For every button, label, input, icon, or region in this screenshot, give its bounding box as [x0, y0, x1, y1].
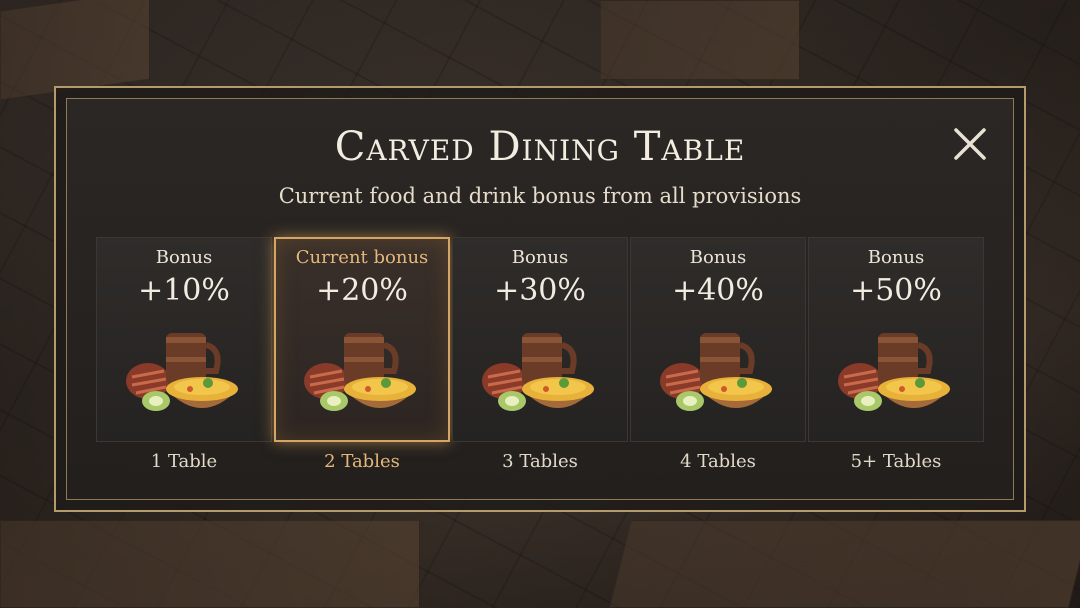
- tier-label: Bonus: [689, 247, 747, 268]
- close-button[interactable]: [950, 124, 990, 164]
- bonus-tier-4[interactable]: Bonus +40% 4 Tables: [630, 237, 806, 472]
- dialog-subtitle: Current food and drink bonus from all pr…: [278, 184, 802, 208]
- tier-value: +10%: [138, 273, 230, 308]
- tier-label: Current bonus: [295, 247, 429, 268]
- dialog-title: Carved Dining Table: [334, 124, 746, 170]
- tier-table-count: 1 Table: [150, 451, 218, 472]
- tier-table-count: 4 Tables: [680, 451, 756, 472]
- tier-table-count: 3 Tables: [502, 451, 578, 472]
- bonus-tiers: Bonus +10% 1 Table Current bonus +20% 2 …: [96, 237, 984, 477]
- provisions-icon: [482, 333, 594, 411]
- tier-value: +40%: [672, 273, 764, 308]
- provisions-icon: [304, 333, 416, 411]
- tier-label: Bonus: [867, 247, 925, 268]
- provisions-icon: [660, 333, 772, 411]
- tier-value: +20%: [316, 273, 408, 308]
- provisions-icon: [126, 333, 238, 411]
- tier-value: +50%: [850, 273, 942, 308]
- bonus-tier-5[interactable]: Bonus +50% 5+ Tables: [808, 237, 984, 472]
- tier-table-count: 2 Tables: [324, 451, 400, 472]
- tier-label: Bonus: [155, 247, 213, 268]
- floor-plank: [609, 520, 1080, 608]
- floor-plank: [0, 520, 420, 608]
- floor-plank: [600, 0, 800, 80]
- bonus-tier-2[interactable]: Current bonus +20% 2 Tables: [274, 237, 450, 472]
- tier-label: Bonus: [511, 247, 569, 268]
- tier-table-count: 5+ Tables: [850, 451, 942, 472]
- close-icon: [954, 128, 986, 160]
- tier-value: +30%: [494, 273, 586, 308]
- bonus-tier-1[interactable]: Bonus +10% 1 Table: [96, 237, 272, 472]
- bonus-tier-3[interactable]: Bonus +30% 3 Tables: [452, 237, 628, 472]
- provisions-icon: [838, 333, 950, 411]
